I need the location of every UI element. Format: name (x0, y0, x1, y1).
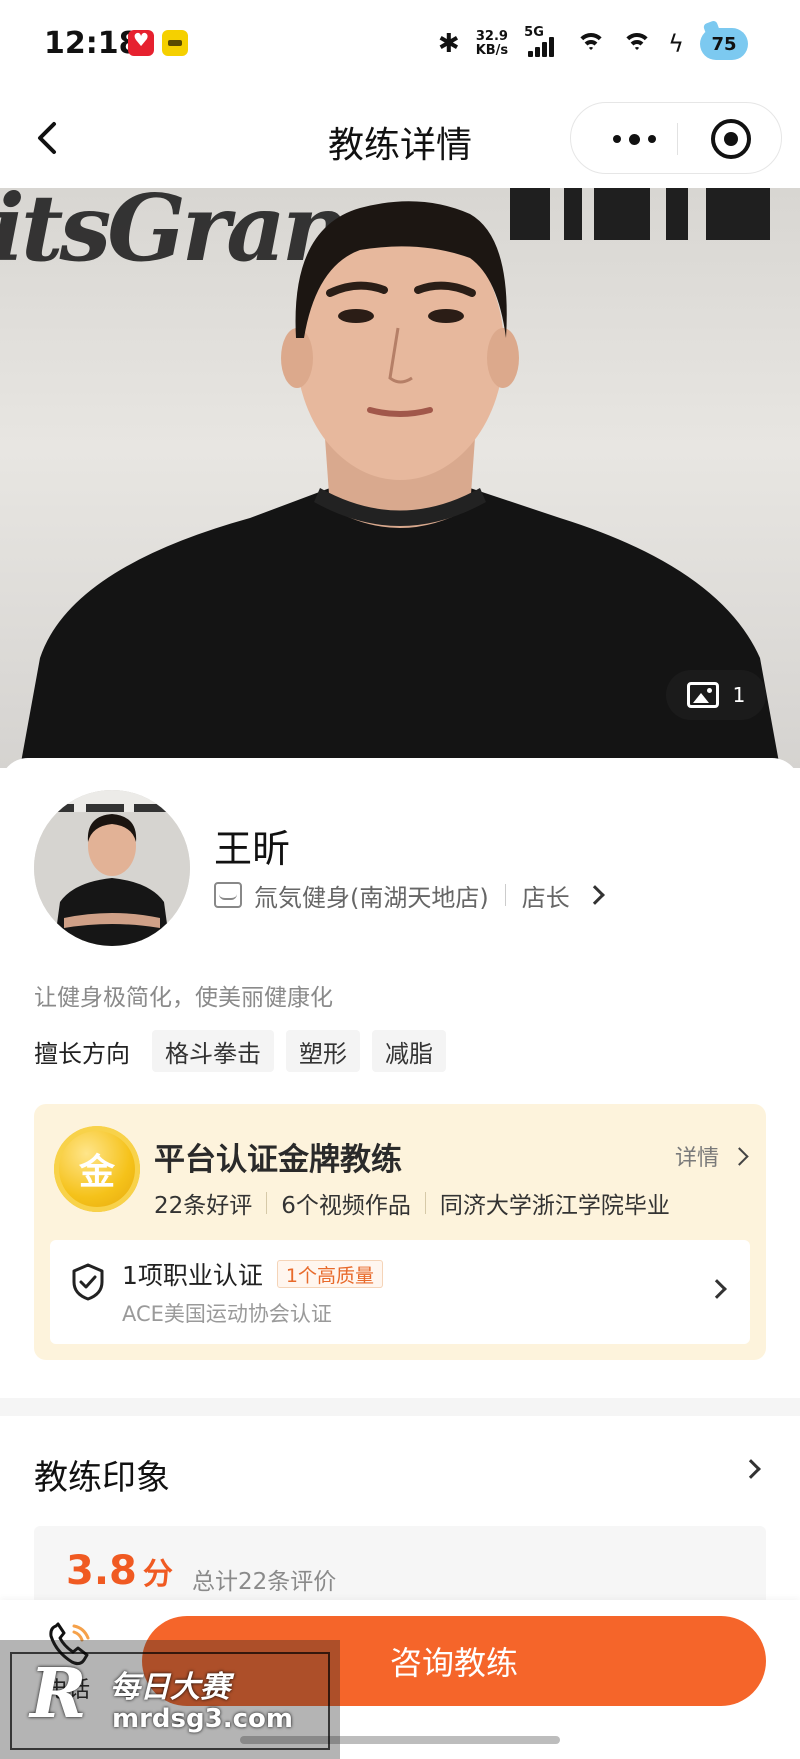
store-divider (504, 884, 506, 906)
status-bar: 12:18 ✱ 32.9 KB/s 5G ϟ 75 (0, 0, 800, 88)
chevron-right-icon (584, 885, 605, 905)
capsule-divider (677, 123, 678, 155)
rating-score: 3.8 分 (66, 1548, 173, 1594)
charging-icon: ϟ (668, 30, 684, 58)
store-name: 氚気健身(南湖天地店) (254, 883, 489, 912)
chevron-right-icon (707, 1279, 727, 1299)
chevron-right-icon[interactable] (741, 1459, 761, 1479)
skill-tag: 塑形 (286, 1030, 360, 1072)
wifi-icon (576, 31, 607, 57)
avatar[interactable] (34, 790, 190, 946)
gold-medal-icon: 金 (54, 1126, 140, 1212)
video-count: 6个视频作品 (281, 1193, 411, 1219)
status-time: 12:18 (44, 26, 140, 61)
store-icon (214, 882, 242, 908)
battery-icon: 75 (700, 28, 748, 60)
store-link[interactable]: 氚気健身(南湖天地店) 店长 (214, 878, 605, 912)
certification-stats: 22条好评 6个视频作品 同济大学浙江学院毕业 (154, 1186, 670, 1220)
review-total: 总计22条评价 (192, 1569, 337, 1595)
coach-photo[interactable]: itsGran 1 (0, 188, 800, 768)
image-count: 1 (732, 683, 746, 707)
skills-label: 擅长方向 (34, 1039, 130, 1068)
skills-row: 擅长方向 格斗拳击 塑形 减脂 (34, 1030, 458, 1072)
watermark-url: mrdsg3.com (112, 1704, 293, 1734)
coach-role: 店长 (521, 883, 570, 912)
certification-card: 金 平台认证金牌教练 详情 22条好评 6个视频作品 同济大学浙江学院毕业 1项… (34, 1104, 766, 1360)
chevron-right-icon (730, 1146, 749, 1166)
professional-cert-title: 1项职业认证 1个高质量 (122, 1256, 383, 1292)
heart-app-icon (128, 30, 154, 56)
signal-icon: 5G (524, 25, 560, 59)
nav-bar: 教练详情 (0, 88, 800, 188)
mini-program-capsule (570, 102, 782, 174)
coach-info-card: 王昕 氚気健身(南湖天地店) 店长 让健身极简化，使美丽健康化 擅长方向 格斗拳… (0, 758, 800, 1398)
shield-check-icon (72, 1263, 104, 1301)
reviews-count: 22条好评 (154, 1193, 253, 1219)
more-dots-icon[interactable] (599, 125, 669, 153)
section-divider (0, 1398, 800, 1416)
network-speed: 32.9 KB/s (475, 29, 509, 58)
watermark-logo: R (30, 1654, 87, 1734)
certification-title: 平台认证金牌教练 (154, 1142, 402, 1178)
professional-cert-row[interactable]: 1项职业认证 1个高质量 ACE美国运动协会认证 (50, 1240, 750, 1344)
certification-detail-link[interactable]: 详情 (675, 1140, 749, 1172)
coach-impression-section: 教练印象 3.8 分 总计22条评价 (0, 1416, 800, 1626)
wifi-icon (622, 31, 653, 57)
image-count-badge[interactable]: 1 (666, 670, 766, 720)
watermark-text: 每日大赛 (110, 1670, 230, 1705)
coach-name: 王昕 (214, 827, 291, 871)
professional-cert-desc: ACE美国运动协会认证 (122, 1302, 332, 1326)
target-close-icon[interactable] (711, 119, 751, 159)
status-icons: ✱ 32.9 KB/s 5G ϟ 75 (438, 24, 748, 64)
avatar-portrait (34, 790, 190, 946)
section-title: 教练印象 (34, 1458, 170, 1498)
skill-tag: 格斗拳击 (152, 1030, 274, 1072)
bluetooth-icon: ✱ (437, 29, 460, 59)
image-icon (686, 682, 719, 708)
watermark: R 每日大赛 mrdsg3.com (0, 1640, 340, 1759)
skill-tag: 减脂 (372, 1030, 446, 1072)
high-quality-badge: 1个高质量 (276, 1260, 383, 1288)
coach-slogan: 让健身极简化，使美丽健康化 (34, 985, 333, 1011)
yellow-app-icon (162, 30, 188, 56)
education: 同济大学浙江学院毕业 (439, 1193, 670, 1219)
